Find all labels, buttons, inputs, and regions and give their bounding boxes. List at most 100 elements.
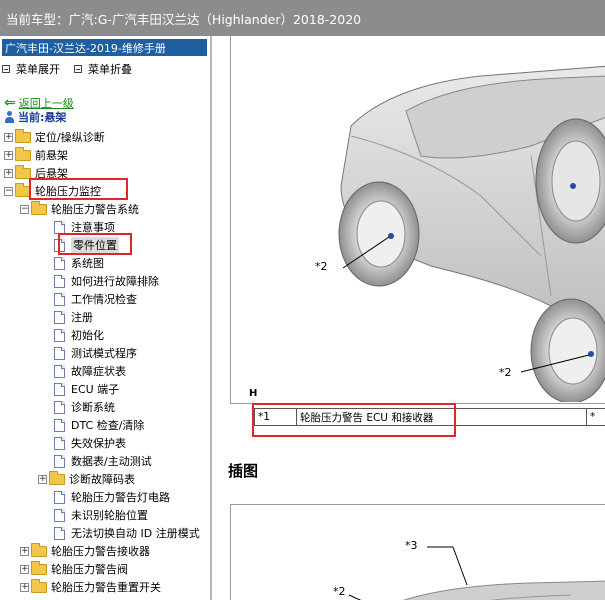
callout-label: *2 bbox=[333, 585, 346, 598]
folder-icon bbox=[49, 470, 65, 485]
tree-item-test-mode[interactable]: 测试模式程序 bbox=[54, 344, 137, 362]
document-icon bbox=[54, 364, 65, 378]
document-icon bbox=[54, 418, 65, 432]
figure-letter: H bbox=[249, 388, 258, 399]
interior-drawing bbox=[348, 546, 605, 600]
tree-item-label: 未识别轮胎位置 bbox=[71, 509, 148, 522]
expand-plus-icon[interactable]: + bbox=[20, 546, 29, 556]
folder-icon bbox=[31, 542, 47, 557]
tree-item-label: 前悬架 bbox=[35, 149, 68, 162]
current-location: 当前:悬架 bbox=[4, 109, 66, 125]
person-icon bbox=[4, 111, 15, 123]
vehicle-label: 当前车型： bbox=[6, 11, 69, 27]
highlight-box-parts-location bbox=[58, 233, 132, 255]
collapse-all-icon bbox=[74, 65, 82, 73]
tree-item-label: 诊断系统 bbox=[71, 401, 115, 414]
tree-item-ecu-terminals[interactable]: ECU 端子 bbox=[54, 380, 119, 398]
sidebar: 广汽丰田-汉兰达-2019-维修手册 菜单展开 菜单折叠 ⇐ 返回上一级 当前:… bbox=[0, 36, 212, 600]
document-icon bbox=[54, 274, 65, 288]
tree-item-tire-position-unknown[interactable]: 未识别轮胎位置 bbox=[54, 506, 148, 524]
tree-item-system-diagram[interactable]: 系统图 bbox=[54, 254, 104, 272]
tree-item-label: 注册 bbox=[71, 311, 93, 324]
document-icon bbox=[54, 292, 65, 306]
tree-item-reset-switch[interactable]: + 轮胎压力警告重置开关 bbox=[20, 578, 161, 596]
folder-icon bbox=[31, 200, 47, 215]
folder-icon bbox=[31, 560, 47, 575]
expand-plus-icon[interactable]: + bbox=[4, 168, 13, 178]
manual-title: 广汽丰田-汉兰达-2019-维修手册 bbox=[2, 39, 207, 56]
menu-collapse-button[interactable]: 菜单折叠 bbox=[74, 61, 132, 77]
document-icon bbox=[54, 490, 65, 504]
tree-item-label: ECU 端子 bbox=[71, 383, 120, 396]
document-icon bbox=[54, 220, 65, 234]
menu-expand-button[interactable]: 菜单展开 bbox=[2, 61, 60, 77]
document-icon bbox=[54, 526, 65, 540]
tree-item-dtc-check[interactable]: DTC 检查/清除 bbox=[54, 416, 144, 434]
section-title: 插图 bbox=[228, 462, 259, 480]
legend-extra: * bbox=[586, 408, 605, 426]
folder-icon bbox=[15, 146, 31, 161]
tree-item-label: 如何进行故障排除 bbox=[71, 275, 159, 288]
tree-item-alignment[interactable]: + 定位/操纵诊断 bbox=[4, 128, 105, 146]
document-icon bbox=[54, 256, 65, 270]
tree-item-label: 定位/操纵诊断 bbox=[35, 131, 105, 144]
tree-item-label: 轮胎压力警告灯电路 bbox=[71, 491, 170, 504]
expand-plus-icon[interactable]: + bbox=[20, 582, 29, 592]
expand-plus-icon[interactable]: + bbox=[20, 564, 29, 574]
tree-item-how-to-troubleshoot[interactable]: 如何进行故障排除 bbox=[54, 272, 159, 290]
document-icon bbox=[54, 400, 65, 414]
title-bar: 当前车型： 广汽:G-广汽丰田汉兰达（Highlander）2018-2020 bbox=[0, 0, 605, 36]
tree-item-label: 轮胎压力警告接收器 bbox=[51, 545, 150, 558]
tree-item-tire-pressure-warning-system[interactable]: − 轮胎压力警告系统 bbox=[20, 200, 139, 218]
menu-expand-label: 菜单展开 bbox=[16, 63, 60, 76]
folder-icon bbox=[31, 578, 47, 593]
tree-item-front-suspension[interactable]: + 前悬架 bbox=[4, 146, 68, 164]
vehicle-drawing bbox=[338, 65, 605, 404]
tree-item-initialization[interactable]: 初始化 bbox=[54, 326, 104, 344]
tree-item-label: 系统图 bbox=[71, 257, 104, 270]
tree-item-symptom-table[interactable]: 故障症状表 bbox=[54, 362, 126, 380]
highlight-box-tire-monitor bbox=[29, 178, 128, 200]
expand-plus-icon[interactable]: + bbox=[4, 150, 13, 160]
tree-item-label: 数据表/主动测试 bbox=[71, 455, 152, 468]
vehicle-name: 广汽:G-广汽丰田汉兰达（Highlander）2018-2020 bbox=[68, 11, 362, 27]
callout-label: *2 bbox=[315, 260, 328, 273]
tree-item-warning-valve[interactable]: + 轮胎压力警告阀 bbox=[20, 560, 128, 578]
tree-item-dtc-chart[interactable]: + 诊断故障码表 bbox=[38, 470, 135, 488]
content-pane: *2 *2 H *1 轮胎压力警告 ECU 和接收器 * 插图 *3 *2 bbox=[214, 36, 605, 600]
tree-item-warning-light-circuit[interactable]: 轮胎压力警告灯电路 bbox=[54, 488, 170, 506]
document-icon bbox=[54, 346, 65, 360]
current-location-label: 当前:悬架 bbox=[18, 111, 67, 124]
tree-item-warning-receiver[interactable]: + 轮胎压力警告接收器 bbox=[20, 542, 150, 560]
collapse-minus-icon[interactable]: − bbox=[4, 186, 13, 196]
document-icon bbox=[54, 508, 65, 522]
tree-item-operation-check[interactable]: 工作情况检查 bbox=[54, 290, 137, 308]
highlight-box-ecu-receiver bbox=[252, 403, 456, 437]
menu-collapse-label: 菜单折叠 bbox=[88, 63, 132, 76]
tree-item-label: 轮胎压力警告阀 bbox=[51, 563, 128, 576]
tree-item-label: 失效保护表 bbox=[71, 437, 126, 450]
tree-item-diagnosis-system[interactable]: 诊断系统 bbox=[54, 398, 115, 416]
document-icon bbox=[54, 310, 65, 324]
document-icon bbox=[54, 436, 65, 450]
tree-item-label: 诊断故障码表 bbox=[69, 473, 135, 486]
tree-item-label: 故障症状表 bbox=[71, 365, 126, 378]
tree-item-label: 测试模式程序 bbox=[71, 347, 137, 360]
tree-item-registration[interactable]: 注册 bbox=[54, 308, 93, 326]
document-icon bbox=[54, 382, 65, 396]
tree-item-auto-id-switch[interactable]: 无法切换自动 ID 注册模式 bbox=[54, 524, 200, 542]
tree-item-fail-safe[interactable]: 失效保护表 bbox=[54, 434, 126, 452]
expand-all-icon bbox=[2, 65, 10, 73]
tree-item-label: DTC 检查/清除 bbox=[71, 419, 145, 432]
tree-item-label: 无法切换自动 ID 注册模式 bbox=[71, 527, 200, 540]
collapse-minus-icon[interactable]: − bbox=[20, 204, 29, 214]
expand-plus-icon[interactable]: + bbox=[38, 474, 47, 484]
back-arrow-icon: ⇐ bbox=[4, 95, 16, 111]
tree-item-data-list[interactable]: 数据表/主动测试 bbox=[54, 452, 152, 470]
callout-label: *3 bbox=[405, 539, 418, 552]
tree-item-label: 轮胎压力警告重置开关 bbox=[51, 581, 161, 594]
tree-item-label: 轮胎压力警告系统 bbox=[51, 203, 139, 216]
illustration-figure: *3 *2 bbox=[230, 504, 605, 600]
document-icon bbox=[54, 454, 65, 468]
expand-plus-icon[interactable]: + bbox=[4, 132, 13, 142]
